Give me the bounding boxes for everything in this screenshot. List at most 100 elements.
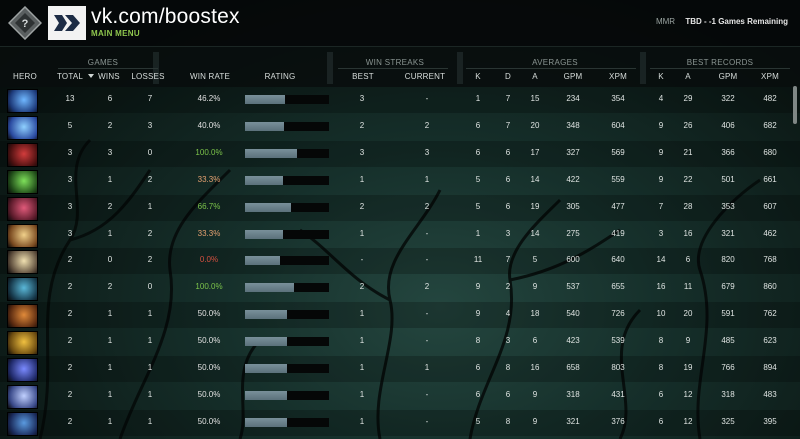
table-row[interactable]: 3 1 2 33.3% 1 1 5 6 14 422 559 9 22 501 661 — [0, 168, 800, 194]
profile-username[interactable]: vk.com/boostex — [91, 5, 240, 29]
col-losses[interactable]: LOSSES — [130, 72, 166, 81]
cell-win-rate: 46.2% — [197, 94, 221, 103]
table-row[interactable]: 5 2 3 40.0% 2 2 6 7 20 348 604 9 26 406 682 — [0, 114, 800, 140]
rating-bar — [245, 283, 329, 293]
cell-win-rate: 50.0% — [197, 389, 221, 399]
cell-bxpm: 762 — [763, 309, 777, 319]
table-row[interactable]: 2 2 0 100.0% 2 2 9 2 9 537 655 16 11 679 860 — [0, 275, 800, 302]
cell-total: 2 — [67, 416, 73, 426]
cell-losses: 1 — [147, 416, 153, 426]
column-separator — [457, 52, 463, 84]
rank-badge-icon[interactable]: ? — [7, 5, 43, 41]
cell-wins: 2 — [107, 282, 113, 292]
table-row[interactable]: 3 1 2 33.3% 1-1 3 14 275 419 3 16 321 462 — [0, 222, 800, 248]
rating-bar — [245, 390, 329, 400]
main-menu-link[interactable]: MAIN MENU — [91, 29, 140, 38]
cell-losses: 1 — [147, 201, 153, 211]
cell-bgpm: 679 — [721, 282, 735, 292]
hero-portrait-icon[interactable] — [7, 196, 38, 221]
cell-gpm: 658 — [566, 363, 580, 372]
table-row[interactable]: 2 1 1 50.0% 1-5 8 9 321 376 6 12 325 395 — [0, 409, 800, 436]
cell-xpm: 655 — [611, 282, 625, 292]
col-avg-kills[interactable]: K — [473, 72, 483, 81]
cell-xpm: 419 — [611, 228, 625, 238]
rating-bar — [245, 95, 329, 104]
cell-xpm: 726 — [611, 309, 625, 319]
hero-portrait-icon[interactable] — [7, 411, 38, 436]
col-avg-xpm[interactable]: XPM — [603, 72, 633, 81]
col-best-streak[interactable]: BEST — [348, 72, 378, 81]
col-best-assists[interactable]: A — [683, 72, 693, 81]
col-win-rate[interactable]: WIN RATE — [180, 72, 240, 81]
rating-bar-fill — [245, 175, 283, 185]
cell-bgpm: 501 — [721, 174, 735, 184]
col-current-streak[interactable]: CURRENT — [400, 72, 450, 81]
col-best-xpm[interactable]: XPM — [755, 72, 785, 81]
hero-portrait-icon[interactable] — [7, 250, 38, 275]
col-best-kills[interactable]: K — [656, 72, 666, 81]
cell-wins: 1 — [107, 309, 113, 319]
table-row[interactable]: 2 0 2 0.0% - -11 7 5 600 640 14 6 820 768 — [0, 248, 800, 275]
cell-gpm: 422 — [566, 174, 580, 184]
cell-xpm: 559 — [611, 174, 625, 184]
cell-current: 2 — [424, 120, 430, 130]
col-avg-deaths[interactable]: D — [503, 72, 513, 81]
cell-bxpm: 482 — [763, 94, 777, 103]
col-total[interactable]: TOTAL — [55, 72, 85, 81]
col-rating[interactable]: RATING — [255, 72, 305, 81]
group-games: GAMES — [87, 58, 119, 67]
table-row[interactable]: 13 6 7 46.2% 3-1 7 15 234 354 4 29 322 482 — [0, 87, 800, 113]
hero-portrait-icon[interactable] — [7, 89, 38, 113]
cell-best: 3 — [359, 147, 365, 157]
cell-ba: 16 — [683, 228, 693, 238]
col-wins[interactable]: WINS — [94, 72, 124, 81]
hero-portrait-icon[interactable] — [7, 142, 38, 167]
scrollbar-thumb[interactable] — [793, 86, 797, 124]
group-divider — [650, 68, 790, 69]
cell-best: 2 — [359, 201, 365, 211]
cell-bxpm: 607 — [763, 201, 777, 211]
cell-wins: 2 — [107, 201, 113, 211]
hero-portrait-icon[interactable] — [7, 358, 38, 382]
rating-bar — [245, 417, 329, 427]
cell-bxpm: 623 — [763, 336, 777, 346]
rating-bar — [245, 310, 329, 320]
cell-current: - — [425, 416, 429, 426]
cell-win-rate: 66.7% — [197, 201, 221, 211]
hero-portrait-icon[interactable] — [7, 277, 38, 302]
table-row[interactable]: 2 1 1 50.0% 1-8 3 6 423 539 8 9 485 623 — [0, 329, 800, 356]
rating-bar — [245, 337, 329, 347]
col-best-gpm[interactable]: GPM — [713, 72, 743, 81]
cell-ba: 9 — [685, 336, 691, 346]
table-row[interactable]: 3 3 0 100.0% 3 3 6 6 17 327 569 9 21 366 680 — [0, 140, 800, 167]
cell-current: 2 — [424, 201, 430, 211]
table-row[interactable]: 2 1 1 50.0% 1-6 6 9 318 431 6 12 318 483 — [0, 383, 800, 409]
hero-portrait-icon[interactable] — [7, 304, 38, 329]
avatar[interactable] — [48, 6, 86, 40]
hero-portrait-icon[interactable] — [7, 384, 38, 409]
col-avg-assists[interactable]: A — [530, 72, 540, 81]
hero-portrait-icon[interactable] — [7, 169, 38, 194]
top-bar: ? vk.com/boostex MAIN MENU MMR TBD - -1 … — [0, 0, 800, 47]
hero-portrait-icon[interactable] — [7, 331, 38, 356]
table-row[interactable]: 2 1 1 50.0% 1 1 6 8 16 658 803 8 19 766 894 — [0, 356, 800, 382]
cell-win-rate: 40.0% — [197, 120, 221, 130]
cell-losses: 0 — [147, 147, 153, 157]
table-header — [0, 47, 800, 87]
cell-wins: 1 — [107, 389, 113, 399]
cell-xpm: 803 — [611, 363, 625, 372]
col-hero[interactable]: HERO — [10, 72, 40, 81]
hero-portrait-icon[interactable] — [7, 115, 38, 140]
cell-bxpm: 661 — [763, 174, 777, 184]
cell-best: 1 — [359, 336, 365, 346]
cell-ba: 11 — [683, 282, 693, 292]
cell-current: 1 — [424, 363, 430, 372]
mmr-value: TBD - -1 Games Remaining — [685, 17, 788, 26]
cell-a: 9 — [532, 416, 538, 426]
table-row[interactable]: 2 1 1 50.0% 1-9 4 18 540 726 10 20 591 762 — [0, 302, 800, 329]
col-avg-gpm[interactable]: GPM — [558, 72, 588, 81]
cell-losses: 1 — [147, 336, 153, 346]
hero-portrait-icon[interactable] — [7, 223, 38, 248]
table-row[interactable]: 3 2 1 66.7% 2 2 5 6 19 305 477 7 28 353 607 — [0, 194, 800, 221]
cell-current: 3 — [424, 147, 430, 157]
